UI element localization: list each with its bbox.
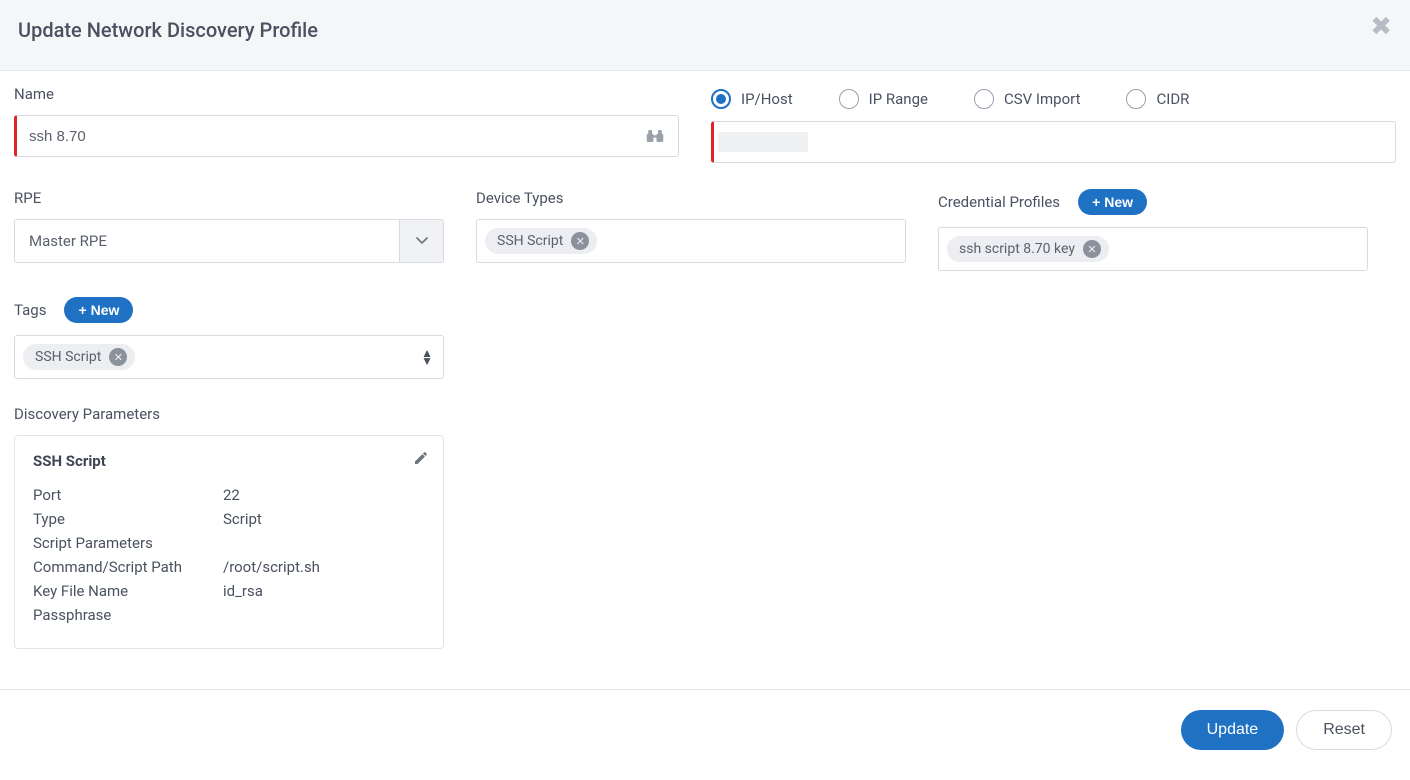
kv-value: 22 [223, 486, 240, 504]
rpe-label: RPE [14, 189, 444, 207]
tags-new-button[interactable]: + New [64, 297, 133, 323]
tags-field[interactable]: SSH Script ✕ ▲▼ [14, 335, 444, 379]
kv-row: Command/Script Path /root/script.sh [33, 558, 425, 576]
credential-profiles-field[interactable]: ssh script 8.70 key ✕ [938, 227, 1368, 271]
rpe-select-value: Master RPE [15, 220, 399, 262]
name-input-group [14, 115, 679, 157]
chevron-down-icon [399, 220, 443, 262]
discovery-parameters-label: Discovery Parameters [14, 405, 1396, 423]
discovery-parameters-card: SSH Script Port 22 Type Script Script Pa… [14, 435, 444, 649]
kv-value: /root/script.sh [223, 558, 320, 576]
radio-csv-import[interactable]: CSV Import [974, 89, 1081, 109]
radio-icon [1126, 89, 1146, 109]
kv-value: id_rsa [223, 582, 263, 600]
pencil-icon[interactable] [413, 450, 429, 466]
new-label: New [1104, 194, 1133, 210]
source-type-radiogroup: IP/Host IP Range CSV Import CIDR [711, 85, 1396, 113]
kv-row: Script Parameters [33, 534, 425, 552]
new-label: New [91, 302, 120, 318]
kv-key: Script Parameters [33, 534, 223, 552]
kv-row: Port 22 [33, 486, 425, 504]
reset-button[interactable]: Reset [1296, 710, 1392, 750]
radio-ip-range[interactable]: IP Range [839, 89, 928, 109]
device-types-label: Device Types [476, 189, 906, 207]
radio-icon [839, 89, 859, 109]
chip-remove-icon[interactable]: ✕ [571, 232, 589, 250]
name-input[interactable] [17, 116, 632, 156]
chip-tag: SSH Script ✕ [23, 344, 135, 370]
kv-key: Key File Name [33, 582, 223, 600]
radio-label: CSV Import [1004, 90, 1081, 108]
kv-row: Passphrase [33, 606, 425, 624]
chip-label: SSH Script [35, 349, 101, 365]
chip-device-type: SSH Script ✕ [485, 228, 597, 254]
source-value-input[interactable] [808, 122, 1395, 162]
kv-row: Type Script [33, 510, 425, 528]
dialog-footer: Update Reset [0, 689, 1410, 770]
rpe-select[interactable]: Master RPE [14, 219, 444, 263]
update-button[interactable]: Update [1181, 710, 1285, 750]
dialog-body: Name IP/Host [0, 71, 1410, 689]
radio-cidr[interactable]: CIDR [1126, 89, 1189, 109]
chip-remove-icon[interactable]: ✕ [109, 348, 127, 366]
tags-label: Tags [14, 301, 46, 319]
radio-label: IP/Host [741, 90, 793, 108]
chip-label: ssh script 8.70 key [959, 241, 1075, 257]
device-types-field[interactable]: SSH Script ✕ [476, 219, 906, 263]
name-label: Name [14, 85, 679, 103]
credential-profiles-label: Credential Profiles [938, 193, 1060, 211]
chip-credential-profile: ssh script 8.70 key ✕ [947, 236, 1109, 262]
radio-ip-host[interactable]: IP/Host [711, 89, 793, 109]
close-icon[interactable]: ✖ [1370, 14, 1392, 40]
plus-icon: + [78, 302, 86, 318]
binoculars-icon[interactable] [632, 128, 678, 144]
plus-icon: + [1092, 194, 1100, 210]
kv-key: Command/Script Path [33, 558, 223, 576]
chip-remove-icon[interactable]: ✕ [1083, 240, 1101, 258]
kv-value: Script [223, 510, 262, 528]
kv-key: Passphrase [33, 606, 223, 624]
dialog-header: Update Network Discovery Profile ✖ [0, 0, 1410, 71]
radio-label: CIDR [1156, 90, 1189, 108]
radio-label: IP Range [869, 90, 928, 108]
chip-label: SSH Script [497, 233, 563, 249]
redacted-value [718, 132, 808, 152]
sort-icon[interactable]: ▲▼ [421, 349, 433, 365]
kv-key: Type [33, 510, 223, 528]
source-value-input-group [711, 121, 1396, 163]
radio-icon [974, 89, 994, 109]
credential-profiles-new-button[interactable]: + New [1078, 189, 1147, 215]
params-card-title: SSH Script [33, 452, 425, 470]
radio-icon [711, 89, 731, 109]
kv-row: Key File Name id_rsa [33, 582, 425, 600]
dialog-title: Update Network Discovery Profile [18, 18, 1392, 42]
kv-key: Port [33, 486, 223, 504]
